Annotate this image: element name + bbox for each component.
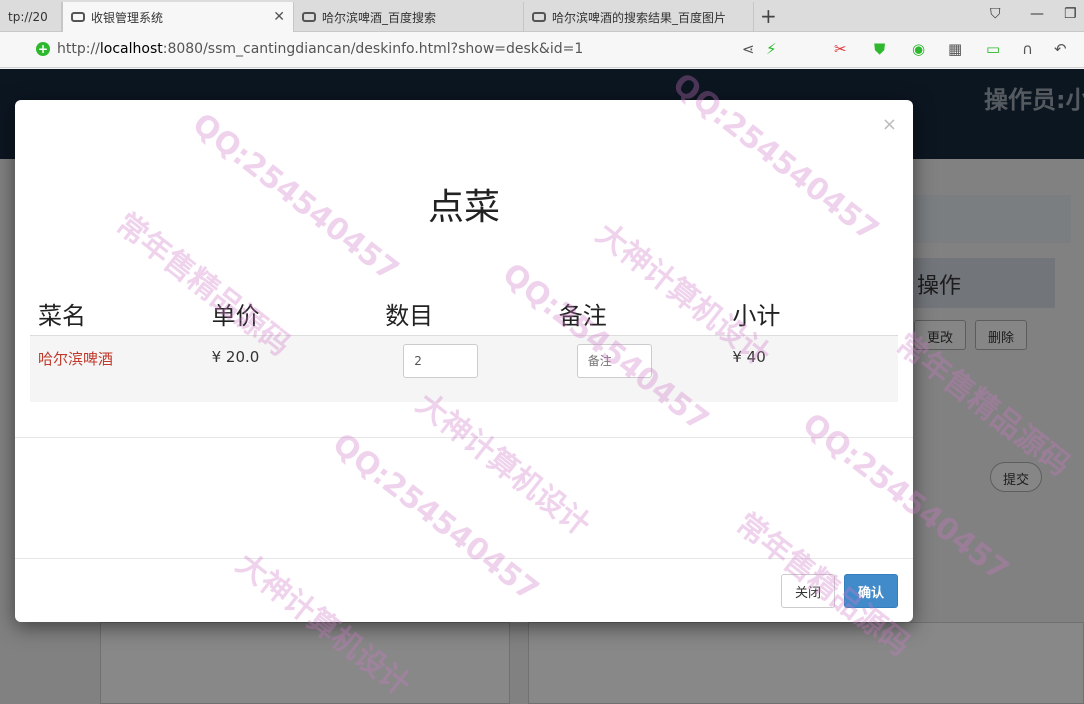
table-row: 哈尔滨啤酒 ¥ 20.0 ¥ 40 <box>30 336 898 402</box>
tab-label: 收银管理系统 <box>91 10 164 25</box>
column-header-quantity: 数目 <box>385 302 434 330</box>
maximize-icon[interactable]: ❐ <box>1064 6 1077 22</box>
modal-footer-divider <box>15 558 913 559</box>
order-table: 菜名 单价 数目 备注 小计 哈尔滨啤酒 ¥ 20.0 ¥ 40 <box>30 290 898 402</box>
scissors-icon[interactable]: ✂ <box>834 40 847 58</box>
url-prefix: http:// <box>57 41 100 57</box>
dish-name: 哈尔滨啤酒 <box>38 350 114 368</box>
remark-input[interactable] <box>576 344 652 378</box>
quantity-input[interactable] <box>403 344 479 378</box>
page-icon <box>302 12 316 22</box>
headphones-icon[interactable]: ∩ <box>1022 40 1033 58</box>
url-host: localhost <box>99 41 163 57</box>
browser-tab-4[interactable]: 哈尔滨啤酒的搜索结果_百度图片 <box>524 2 754 32</box>
browser-tab-2[interactable]: 收银管理系统 ✕ <box>62 2 294 32</box>
grid-icon[interactable]: ▦ <box>948 40 962 58</box>
shirt-icon[interactable]: ⛉ <box>990 6 1001 22</box>
url-path: :8080/ssm_cantingdiancan/deskinfo.html?s… <box>162 41 584 57</box>
order-modal: × 点菜 菜名 单价 数目 备注 小计 哈尔滨啤酒 ¥ 20.0 ¥ 40 关闭… <box>15 100 913 622</box>
close-icon[interactable]: ✕ <box>273 9 285 25</box>
tab-label: 哈尔滨啤酒_百度搜索 <box>322 10 437 25</box>
new-tab-button[interactable]: + <box>760 4 777 28</box>
browser-tab-1[interactable]: tp://20 <box>0 2 62 32</box>
secure-shield-icon: + <box>36 42 50 56</box>
browser-tab-strip: tp://20 收银管理系统 ✕ 哈尔滨啤酒_百度搜索 哈尔滨啤酒的搜索结果_百… <box>0 0 1084 32</box>
page-icon <box>71 12 85 22</box>
tab-label: 哈尔滨啤酒的搜索结果_百度图片 <box>552 10 727 25</box>
close-icon[interactable]: × <box>882 114 897 135</box>
column-header-subtotal: 小计 <box>732 302 781 330</box>
undo-icon[interactable]: ↶ <box>1054 40 1067 58</box>
close-button[interactable]: 关闭 <box>781 574 835 608</box>
url-field[interactable]: http://localhost:8080/ssm_cantingdiancan… <box>57 41 583 57</box>
minimize-icon[interactable]: — <box>1030 6 1044 22</box>
circle-icon[interactable]: ◉ <box>912 40 925 58</box>
tab-label: tp://20 <box>8 10 48 24</box>
table-header: 菜名 单价 数目 备注 小计 <box>30 290 898 336</box>
page-icon <box>532 12 546 22</box>
modal-title: 点菜 <box>427 187 500 228</box>
column-header-price: 单价 <box>211 302 260 330</box>
shield-icon[interactable]: ⛊ <box>874 40 885 58</box>
browser-tab-3[interactable]: 哈尔滨啤酒_百度搜索 <box>294 2 524 32</box>
confirm-button[interactable]: 确认 <box>844 574 898 608</box>
dish-subtotal: ¥ 40 <box>732 348 766 366</box>
column-header-remark: 备注 <box>558 302 607 330</box>
lightning-icon[interactable]: ⚡ <box>766 40 777 58</box>
address-bar: + http://localhost:8080/ssm_cantingdianc… <box>0 32 1084 68</box>
dish-price: ¥ 20.0 <box>211 348 260 366</box>
modal-divider <box>15 437 913 438</box>
column-header-name: 菜名 <box>38 302 86 330</box>
battery-icon[interactable]: ▭ <box>986 40 1000 58</box>
share-icon[interactable]: ⋖ <box>742 40 755 58</box>
